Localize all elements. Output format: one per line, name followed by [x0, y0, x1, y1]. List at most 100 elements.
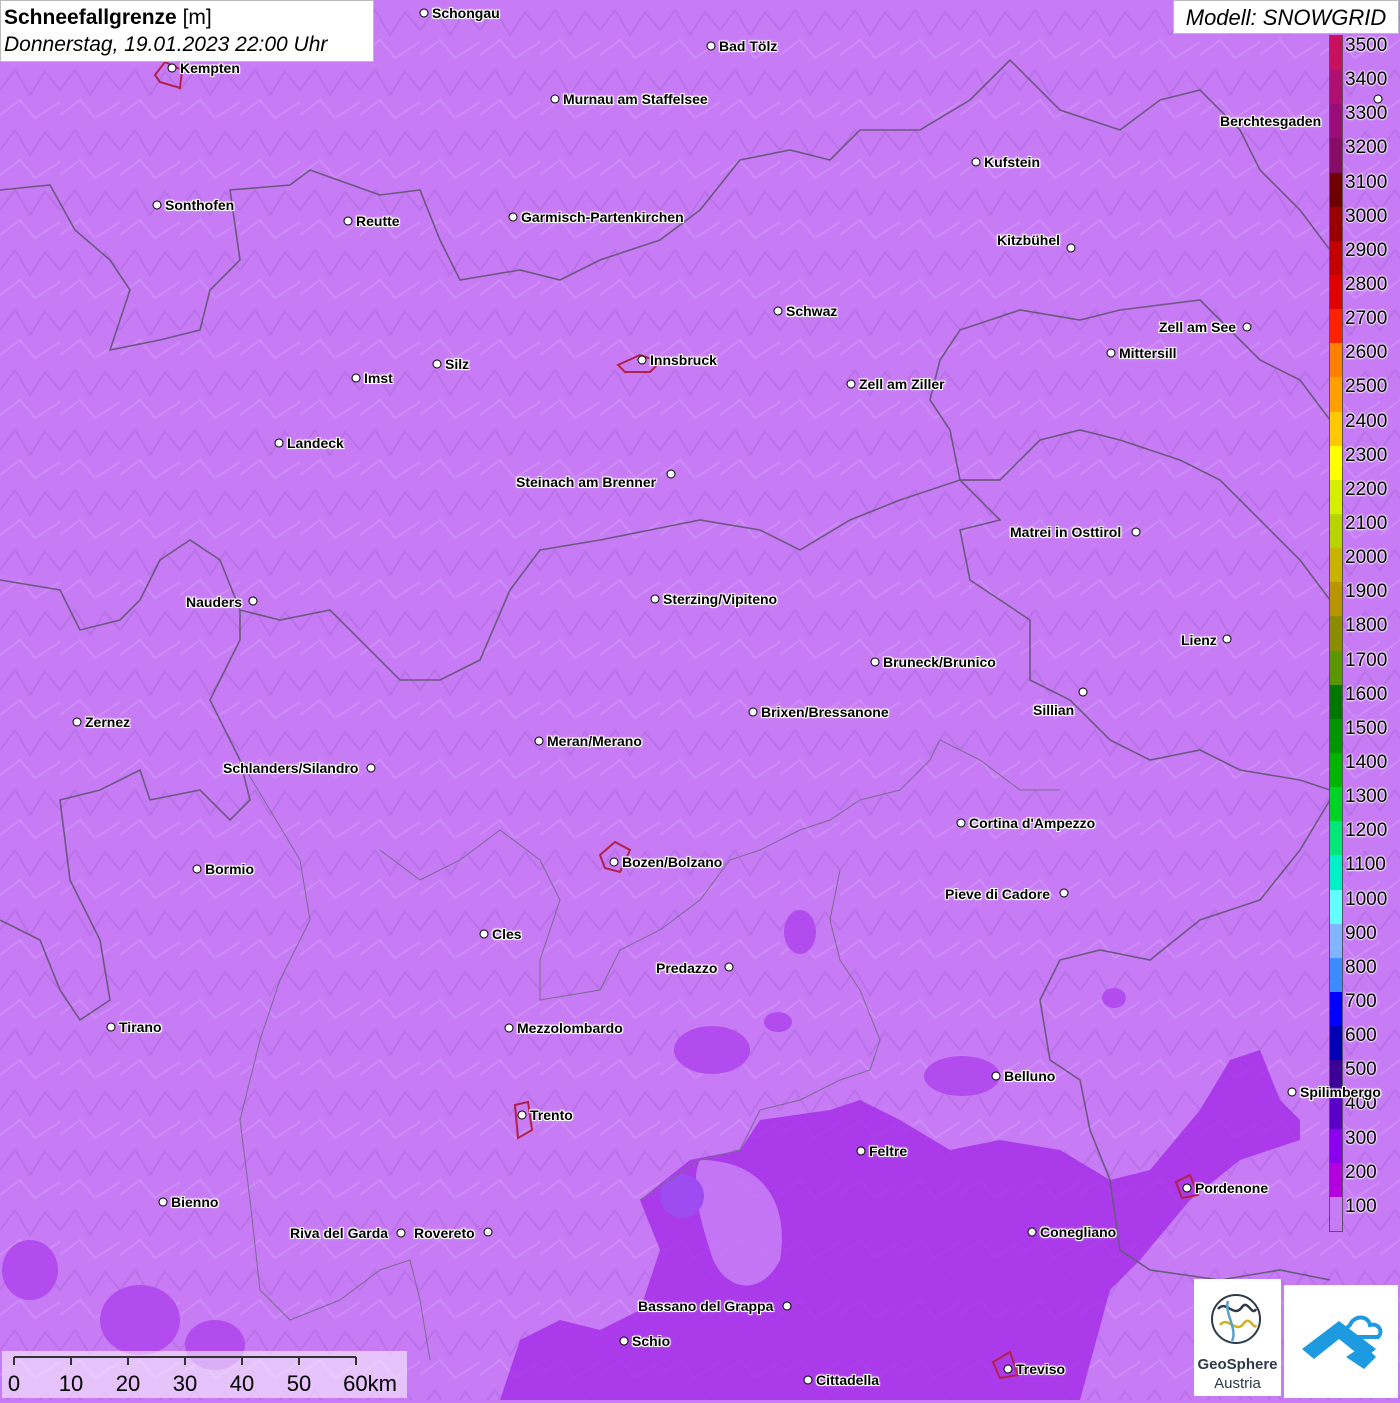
city-marker-icon[interactable] — [479, 929, 489, 939]
city-label[interactable]: Silz — [445, 356, 469, 372]
city-marker-icon[interactable] — [748, 707, 758, 717]
city-label[interactable]: Tirano — [119, 1019, 162, 1035]
city-marker-icon[interactable] — [782, 1301, 792, 1311]
city-marker-icon[interactable] — [419, 8, 429, 18]
city-label[interactable]: Trento — [530, 1107, 573, 1123]
city-label[interactable]: Meran/Merano — [547, 733, 642, 749]
city-marker-icon[interactable] — [396, 1228, 406, 1238]
city-marker-icon[interactable] — [1373, 94, 1383, 104]
city-marker-icon[interactable] — [1078, 687, 1088, 697]
city-label[interactable]: Innsbruck — [650, 352, 717, 368]
city-label[interactable]: Kitzbühel — [997, 232, 1060, 248]
city-marker-icon[interactable] — [870, 657, 880, 667]
city-marker-icon[interactable] — [550, 94, 560, 104]
city-marker-icon[interactable] — [706, 41, 716, 51]
city-marker-icon[interactable] — [508, 212, 518, 222]
city-label[interactable]: Bruneck/Brunico — [883, 654, 996, 670]
city-label[interactable]: Belluno — [1004, 1068, 1055, 1084]
city-label[interactable]: Steinach am Brenner — [516, 474, 656, 490]
city-marker-icon[interactable] — [724, 962, 734, 972]
city-marker-icon[interactable] — [351, 373, 361, 383]
city-marker-icon[interactable] — [1131, 527, 1141, 537]
city-label[interactable]: Imst — [364, 370, 393, 386]
city-label[interactable]: Zell am Ziller — [859, 376, 945, 392]
city-label[interactable]: Bienno — [171, 1194, 218, 1210]
city-marker-icon[interactable] — [517, 1110, 527, 1120]
city-label[interactable]: Mezzolombardo — [517, 1020, 623, 1036]
city-label[interactable]: Brixen/Bressanone — [761, 704, 889, 720]
city-label[interactable]: Sillian — [1033, 702, 1074, 718]
city-label[interactable]: Cles — [492, 926, 522, 942]
city-marker-icon[interactable] — [1059, 888, 1069, 898]
city-marker-icon[interactable] — [971, 157, 981, 167]
city-marker-icon[interactable] — [1106, 348, 1116, 358]
city-label[interactable]: Sonthofen — [165, 197, 234, 213]
city-label[interactable]: Kufstein — [984, 154, 1040, 170]
city-marker-icon[interactable] — [1003, 1364, 1013, 1374]
city-label[interactable]: Schio — [632, 1333, 670, 1349]
city-label[interactable]: Murnau am Staffelsee — [563, 91, 708, 107]
city-marker-icon[interactable] — [248, 596, 258, 606]
city-label[interactable]: Bassano del Grappa — [638, 1298, 773, 1314]
city-label[interactable]: Schlanders/Silandro — [223, 760, 358, 776]
weather-app-logo[interactable] — [1284, 1285, 1398, 1398]
city-label[interactable]: Predazzo — [656, 960, 717, 976]
city-marker-icon[interactable] — [650, 594, 660, 604]
city-marker-icon[interactable] — [504, 1023, 514, 1033]
city-label[interactable]: Riva del Garda — [290, 1225, 388, 1241]
city-marker-icon[interactable] — [343, 216, 353, 226]
city-label[interactable]: Feltre — [869, 1143, 907, 1159]
city-label[interactable]: Sterzing/Vipiteno — [663, 591, 777, 607]
city-label[interactable]: Landeck — [287, 435, 344, 451]
city-label[interactable]: Lienz — [1181, 632, 1217, 648]
city-marker-icon[interactable] — [432, 359, 442, 369]
city-marker-icon[interactable] — [1027, 1227, 1037, 1237]
city-label[interactable]: Cittadella — [816, 1372, 879, 1388]
city-marker-icon[interactable] — [637, 355, 647, 365]
city-label[interactable]: Schwaz — [786, 303, 837, 319]
city-label[interactable]: Rovereto — [414, 1225, 475, 1241]
city-label[interactable]: Bad Tölz — [719, 38, 777, 54]
city-marker-icon[interactable] — [1182, 1183, 1192, 1193]
city-marker-icon[interactable] — [846, 379, 856, 389]
city-label[interactable]: Nauders — [186, 594, 242, 610]
city-marker-icon[interactable] — [956, 818, 966, 828]
city-marker-icon[interactable] — [666, 469, 676, 479]
city-label[interactable]: Matrei in Osttirol — [1010, 524, 1121, 540]
city-marker-icon[interactable] — [619, 1336, 629, 1346]
city-marker-icon[interactable] — [366, 763, 376, 773]
city-label[interactable]: Bormio — [205, 861, 254, 877]
city-label[interactable]: Berchtesgaden — [1220, 113, 1321, 129]
city-label[interactable]: Bozen/Bolzano — [622, 854, 722, 870]
city-marker-icon[interactable] — [167, 63, 177, 73]
city-marker-icon[interactable] — [1066, 243, 1076, 253]
city-marker-icon[interactable] — [856, 1146, 866, 1156]
city-marker-icon[interactable] — [158, 1197, 168, 1207]
city-label[interactable]: Pordenone — [1195, 1180, 1268, 1196]
city-marker-icon[interactable] — [1222, 634, 1232, 644]
city-marker-icon[interactable] — [773, 306, 783, 316]
city-marker-icon[interactable] — [72, 717, 82, 727]
city-label[interactable]: Schongau — [432, 5, 500, 21]
city-label[interactable]: Cortina d'Ampezzo — [969, 815, 1095, 831]
city-marker-icon[interactable] — [152, 200, 162, 210]
city-marker-icon[interactable] — [192, 864, 202, 874]
city-label[interactable]: Zell am See — [1159, 319, 1236, 335]
city-marker-icon[interactable] — [483, 1227, 493, 1237]
city-marker-icon[interactable] — [274, 438, 284, 448]
city-marker-icon[interactable] — [534, 736, 544, 746]
city-label[interactable]: Pieve di Cadore — [945, 886, 1050, 902]
city-label[interactable]: Treviso — [1016, 1361, 1065, 1377]
city-label[interactable]: Conegliano — [1040, 1224, 1116, 1240]
city-marker-icon[interactable] — [1287, 1087, 1297, 1097]
city-marker-icon[interactable] — [106, 1022, 116, 1032]
city-label[interactable]: Reutte — [356, 213, 400, 229]
city-label[interactable]: Garmisch-Partenkirchen — [521, 209, 684, 225]
city-label[interactable]: Spilimbergo — [1300, 1084, 1381, 1100]
city-label[interactable]: Mittersill — [1119, 345, 1177, 361]
city-marker-icon[interactable] — [609, 857, 619, 867]
city-label[interactable]: Kempten — [180, 60, 240, 76]
city-marker-icon[interactable] — [803, 1375, 813, 1385]
city-label[interactable]: Zernez — [85, 714, 130, 730]
geosphere-austria-logo[interactable]: GeoSphere Austria — [1194, 1279, 1281, 1396]
